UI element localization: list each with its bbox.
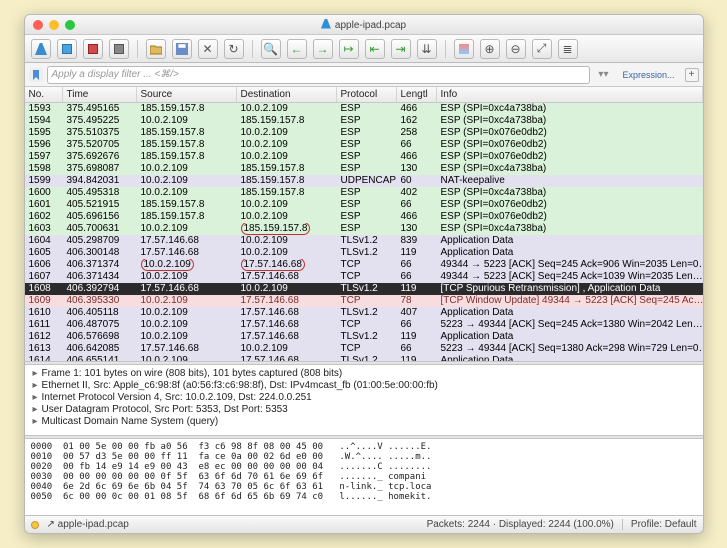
restartcap-button[interactable] <box>83 39 103 59</box>
col-no: No. <box>25 87 63 102</box>
table-row[interactable]: 1609406.39533010.0.2.10917.57.146.68TCP7… <box>25 295 703 307</box>
table-row[interactable]: 1597375.692676185.159.157.810.0.2.109ESP… <box>25 151 703 163</box>
resize-cols-button[interactable]: ≣ <box>558 39 578 59</box>
find-button[interactable]: 🔍 <box>261 39 281 59</box>
tree-item[interactable]: ▸Multicast Domain Name System (query) <box>33 416 695 428</box>
capopts-button[interactable] <box>109 39 129 59</box>
col-source: Source <box>137 87 237 102</box>
table-row[interactable]: 1613406.64208517.57.146.6810.0.2.109TCP6… <box>25 343 703 355</box>
reload-button[interactable]: ↻ <box>224 39 244 59</box>
table-row[interactable]: 1608406.39279417.57.146.6810.0.2.109TLSv… <box>25 283 703 295</box>
col-length: Lengtl <box>397 87 437 102</box>
prev-button[interactable]: ← <box>287 39 307 59</box>
close-icon[interactable] <box>33 20 43 30</box>
status-bar: ↗ apple-ipad.pcap Packets: 2244 · Displa… <box>25 515 703 533</box>
filter-bookmark-icon[interactable] <box>29 68 43 82</box>
table-row[interactable]: 1594375.49522510.0.2.109185.159.157.8ESP… <box>25 115 703 127</box>
next-button[interactable]: → <box>313 39 333 59</box>
packet-rows[interactable]: 1593375.495165185.159.157.810.0.2.109ESP… <box>25 103 703 361</box>
packet-count-label: Packets: 2244 · Displayed: 2244 (100.0%) <box>427 519 614 530</box>
table-row[interactable]: 1593375.495165185.159.157.810.0.2.109ESP… <box>25 103 703 115</box>
table-row[interactable]: 1599394.84203110.0.2.109185.159.157.8UDP… <box>25 175 703 187</box>
filter-bar: Apply a display filter ... <⌘/> ▾▾ Expre… <box>25 63 703 87</box>
zoom-icon[interactable] <box>65 20 75 30</box>
filter-dropdown-icon[interactable]: ▾▾ <box>594 69 612 80</box>
table-row[interactable]: 1607406.37143410.0.2.10917.57.146.68TCP6… <box>25 271 703 283</box>
packet-details-pane[interactable]: ▸Frame 1: 101 bytes on wire (808 bits), … <box>25 365 703 435</box>
tree-item[interactable]: ▸Frame 1: 101 bytes on wire (808 bits), … <box>33 368 695 380</box>
table-row[interactable]: 1605406.30014817.57.146.6810.0.2.109TLSv… <box>25 247 703 259</box>
table-row[interactable]: 1611406.48707510.0.2.10917.57.146.68TCP6… <box>25 319 703 331</box>
open-button[interactable] <box>146 39 166 59</box>
table-row[interactable]: 1598375.69808710.0.2.109185.159.157.8ESP… <box>25 163 703 175</box>
packet-list-pane: No. Time Source Destination Protocol Len… <box>25 87 703 361</box>
colorize-button[interactable] <box>454 39 474 59</box>
minimize-icon[interactable] <box>49 20 59 30</box>
table-row[interactable]: 1603405.70063110.0.2.109185.159.157.8ESP… <box>25 223 703 235</box>
tree-item[interactable]: ▸User Datagram Protocol, Src Port: 5353,… <box>33 404 695 416</box>
add-filter-button[interactable]: + <box>685 68 699 82</box>
table-row[interactable]: 1595375.510375185.159.157.810.0.2.109ESP… <box>25 127 703 139</box>
zoom-reset-button[interactable]: ⤢ <box>532 39 552 59</box>
col-time: Time <box>63 87 137 102</box>
table-row[interactable]: 1602405.696156185.159.157.810.0.2.109ESP… <box>25 211 703 223</box>
packet-bytes-pane[interactable]: 0000 01 00 5e 00 00 fb a0 56 f3 c6 98 8f… <box>25 439 703 515</box>
display-filter-input[interactable]: Apply a display filter ... <⌘/> <box>47 66 591 84</box>
traffic-lights <box>33 20 75 30</box>
tree-item[interactable]: ▸Ethernet II, Src: Apple_c6:98:8f (a0:56… <box>33 380 695 392</box>
column-headers[interactable]: No. Time Source Destination Protocol Len… <box>25 87 703 103</box>
jumpto-button[interactable]: ↦ <box>339 39 359 59</box>
app-window: apple-ipad.pcap ✕ ↻ 🔍 ← → ↦ ⇤ ⇥ ⇊ ⊕ ⊖ ⤢ … <box>24 14 704 534</box>
table-row[interactable]: 1606406.37137410.0.2.10917.57.146.68TCP6… <box>25 259 703 271</box>
toolbar: ✕ ↻ 🔍 ← → ↦ ⇤ ⇥ ⇊ ⊕ ⊖ ⤢ ≣ <box>25 35 703 63</box>
col-destination: Destination <box>237 87 337 102</box>
col-protocol: Protocol <box>337 87 397 102</box>
window-title: apple-ipad.pcap <box>25 19 703 31</box>
first-button[interactable]: ⇤ <box>365 39 385 59</box>
profile-label[interactable]: Profile: Default <box>622 519 697 530</box>
last-button[interactable]: ⇥ <box>391 39 411 59</box>
table-row[interactable]: 1610406.40511810.0.2.10917.57.146.68TLSv… <box>25 307 703 319</box>
table-row[interactable]: 1612406.57669810.0.2.10917.57.146.68TLSv… <box>25 331 703 343</box>
wireshark-icon <box>321 19 331 29</box>
expert-info-icon[interactable] <box>31 521 39 529</box>
table-row[interactable]: 1601405.521915185.159.157.810.0.2.109ESP… <box>25 199 703 211</box>
col-info: Info <box>437 87 703 102</box>
zoom-out-button[interactable]: ⊖ <box>506 39 526 59</box>
startcap-button[interactable] <box>31 39 51 59</box>
stopcap-button[interactable] <box>57 39 77 59</box>
capture-file-label: ↗ apple-ipad.pcap <box>47 519 129 530</box>
titlebar[interactable]: apple-ipad.pcap <box>25 15 703 35</box>
save-button[interactable] <box>172 39 192 59</box>
tree-item[interactable]: ▸Internet Protocol Version 4, Src: 10.0.… <box>33 392 695 404</box>
autoscroll-button[interactable]: ⇊ <box>417 39 437 59</box>
expression-button[interactable]: Expression... <box>616 68 680 82</box>
close-file-button[interactable]: ✕ <box>198 39 218 59</box>
zoom-in-button[interactable]: ⊕ <box>480 39 500 59</box>
table-row[interactable]: 1596375.520705185.159.157.810.0.2.109ESP… <box>25 139 703 151</box>
table-row[interactable]: 1604405.29870917.57.146.6810.0.2.109TLSv… <box>25 235 703 247</box>
table-row[interactable]: 1600405.49531810.0.2.109185.159.157.8ESP… <box>25 187 703 199</box>
